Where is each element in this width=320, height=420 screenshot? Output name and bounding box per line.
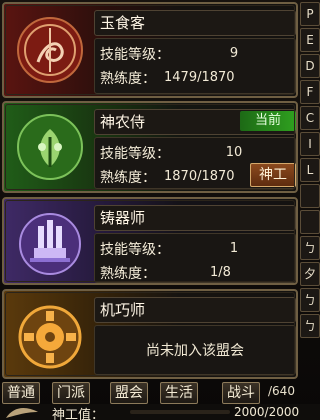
skill-level-label: 技能等级：: [100, 242, 170, 258]
shengong-progress-track: [130, 410, 230, 414]
red-dragon-emblem-icon: [17, 17, 83, 83]
skill-level-row: 技能等级：: [100, 143, 184, 163]
tab-faction[interactable]: 门派: [52, 382, 90, 404]
profession-card-shennongshi[interactable]: 神农侍 当前 技能等级： 10 熟练度： 1870/1870 神工: [2, 101, 298, 193]
side-tab[interactable]: ㄅ: [300, 314, 320, 338]
not-joined-status: 尚未加入该盟会: [94, 325, 296, 375]
proficiency-value: 1/8: [210, 265, 231, 280]
profession-name: 机巧师: [100, 301, 146, 319]
shengong-button[interactable]: 神工: [250, 163, 296, 187]
skill-level-label: 技能等级：: [100, 146, 170, 162]
life-skill-panel: 玉食客 技能等级： 9 熟练度： 1479/1870 神农侍 当前 技能等级： …: [0, 0, 320, 420]
side-tab[interactable]: ㄅ: [300, 236, 320, 260]
proficiency-row: 熟练度：: [100, 263, 184, 283]
current-badge: 当前: [240, 111, 296, 131]
green-herb-emblem-icon: [17, 114, 83, 180]
tab-normal[interactable]: 普通: [2, 382, 40, 404]
proficiency-label: 熟练度：: [100, 266, 156, 282]
skill-level-row: 技能等级：: [100, 239, 184, 259]
profession-name: 铸器师: [100, 209, 146, 227]
tab-life[interactable]: 生活: [160, 382, 198, 404]
wing-icon: [6, 408, 38, 418]
side-tab[interactable]: C: [300, 106, 320, 130]
skill-level-value: 9: [229, 46, 239, 61]
profession-card-jiqiaoshi[interactable]: 机巧师 尚未加入该盟会: [2, 289, 298, 379]
side-tab[interactable]: P: [300, 2, 320, 26]
capacity-counter: /640: [268, 384, 295, 398]
shengong-value-label: 神工值：: [52, 408, 105, 420]
side-tab[interactable]: I: [300, 132, 320, 156]
skill-level-value: 10: [225, 145, 243, 160]
side-tab[interactable]: D: [300, 54, 320, 78]
gold-gear-emblem-icon: [18, 305, 82, 369]
tab-combat[interactable]: 战斗: [222, 382, 260, 404]
side-tab[interactable]: E: [300, 28, 320, 52]
skill-level-label: 技能等级：: [100, 47, 170, 63]
proficiency-value: 1479/1870: [164, 70, 235, 85]
proficiency-value: 1870/1870: [164, 169, 235, 184]
side-tab-strip: P E D F C I L ㄅ 夕 ㄅ ㄅ: [300, 2, 320, 382]
profession-name: 神农侍: [100, 113, 146, 131]
purple-anvil-emblem-icon: [19, 213, 81, 275]
skill-level-value: 1: [229, 241, 239, 256]
shengong-value: 2000/2000: [234, 405, 300, 419]
side-tab[interactable]: 夕: [300, 262, 320, 286]
profession-card-zhuqishi[interactable]: 铸器师 技能等级： 1 熟练度： 1/8: [2, 197, 298, 285]
profession-name: 玉食客: [100, 14, 146, 32]
side-tab[interactable]: L: [300, 158, 320, 182]
side-tab[interactable]: [300, 210, 320, 234]
side-tab[interactable]: F: [300, 80, 320, 104]
side-tab[interactable]: ㄅ: [300, 288, 320, 312]
tab-guild[interactable]: 盟会: [110, 382, 148, 404]
skill-level-row: 技能等级：: [100, 44, 184, 64]
side-tab[interactable]: [300, 184, 320, 208]
profession-card-yushike[interactable]: 玉食客 技能等级： 9 熟练度： 1479/1870: [2, 2, 298, 98]
